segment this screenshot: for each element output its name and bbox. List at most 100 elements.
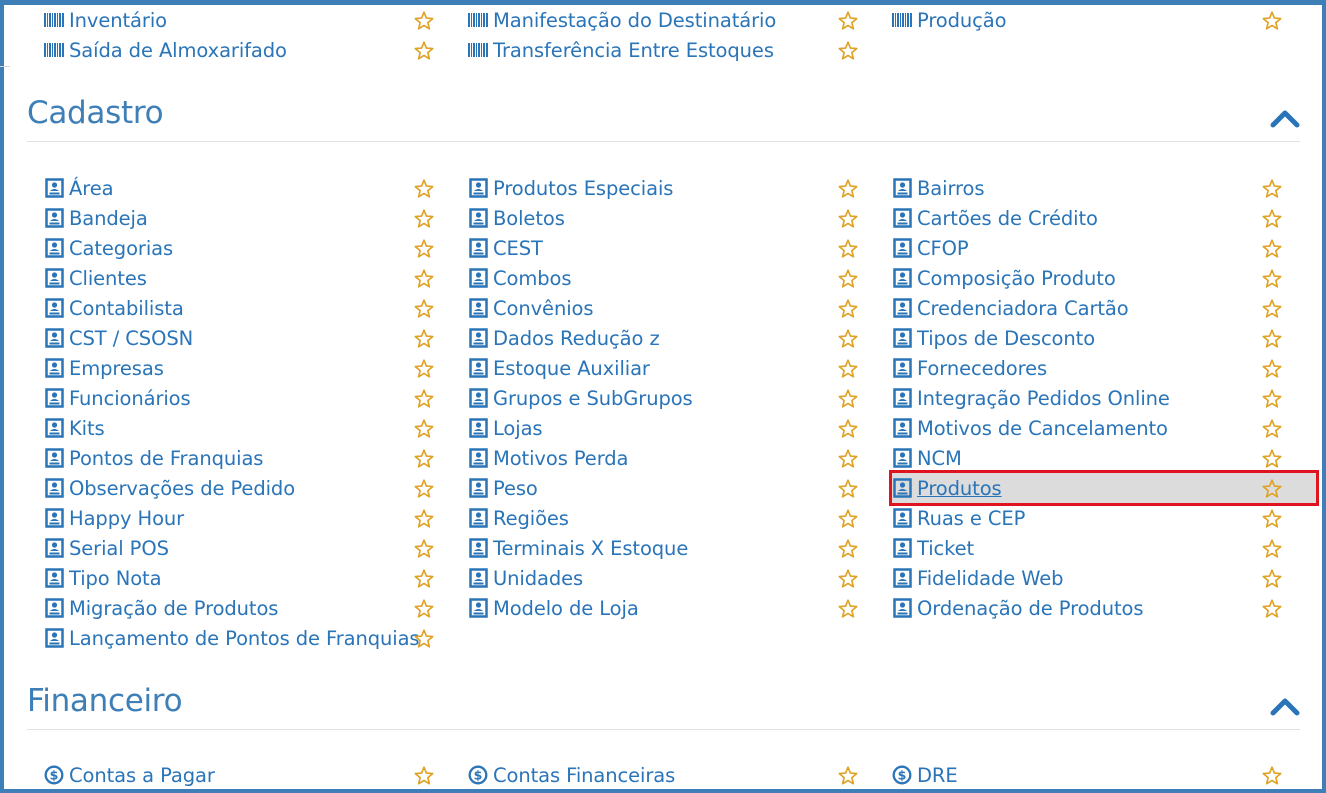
menu-item-estoque-auxiliar[interactable]: Estoque Auxiliar: [468, 353, 892, 383]
star-icon[interactable]: [838, 765, 858, 785]
star-icon[interactable]: [414, 448, 434, 468]
menu-item-pontos-de-franquias[interactable]: Pontos de Franquias: [44, 443, 468, 473]
star-icon[interactable]: [838, 40, 858, 60]
star-icon[interactable]: [838, 10, 858, 30]
menu-item-clientes[interactable]: Clientes: [44, 263, 468, 293]
menu-item-lojas[interactable]: Lojas: [468, 413, 892, 443]
menu-item-cest[interactable]: CEST: [468, 233, 892, 263]
menu-item-produtos-especiais[interactable]: Produtos Especiais: [468, 173, 892, 203]
menu-item-ticket[interactable]: Ticket: [892, 533, 1316, 563]
star-icon[interactable]: [838, 538, 858, 558]
menu-item-combos[interactable]: Combos: [468, 263, 892, 293]
menu-item-convenios[interactable]: Convênios: [468, 293, 892, 323]
chevron-up-icon[interactable]: [1270, 103, 1300, 133]
menu-item-tipo-nota[interactable]: Tipo Nota: [44, 563, 468, 593]
star-icon[interactable]: [838, 568, 858, 588]
menu-item-observacoes-de-pedido[interactable]: Observações de Pedido: [44, 473, 468, 503]
star-icon[interactable]: [1262, 298, 1282, 318]
menu-item-transferencia[interactable]: Transferência Entre Estoques: [468, 35, 892, 65]
star-icon[interactable]: [414, 478, 434, 498]
menu-item-migracao-de-produtos[interactable]: Migração de Produtos: [44, 593, 468, 623]
menu-item-grupos-e-subgrupos[interactable]: Grupos e SubGrupos: [468, 383, 892, 413]
menu-item-happy-hour[interactable]: Happy Hour: [44, 503, 468, 533]
star-icon[interactable]: [1262, 448, 1282, 468]
menu-item-peso[interactable]: Peso: [468, 473, 892, 503]
star-icon[interactable]: [414, 298, 434, 318]
menu-item-composicao-produto[interactable]: Composição Produto: [892, 263, 1316, 293]
star-icon[interactable]: [414, 178, 434, 198]
star-icon[interactable]: [838, 508, 858, 528]
star-icon[interactable]: [414, 628, 434, 648]
menu-item-cartoes-de-credito[interactable]: Cartões de Crédito: [892, 203, 1316, 233]
star-icon[interactable]: [838, 178, 858, 198]
star-icon[interactable]: [1262, 538, 1282, 558]
star-icon[interactable]: [414, 598, 434, 618]
star-icon[interactable]: [838, 328, 858, 348]
chevron-up-icon[interactable]: [1270, 691, 1300, 721]
star-icon[interactable]: [414, 358, 434, 378]
menu-item-saida-almoxarifado[interactable]: Saída de Almoxarifado: [44, 35, 468, 65]
menu-item-credenciadora-cartao[interactable]: Credenciadora Cartão: [892, 293, 1316, 323]
menu-item-producao[interactable]: Produção: [892, 5, 1316, 35]
menu-item-kits[interactable]: Kits: [44, 413, 468, 443]
menu-item-fidelidade-web[interactable]: Fidelidade Web: [892, 563, 1316, 593]
menu-item-ordenacao-de-produtos[interactable]: Ordenação de Produtos: [892, 593, 1316, 623]
menu-item-motivos-de-cancelamento[interactable]: Motivos de Cancelamento: [892, 413, 1316, 443]
star-icon[interactable]: [838, 358, 858, 378]
menu-item-funcionarios[interactable]: Funcionários: [44, 383, 468, 413]
menu-item-modelo-de-loja[interactable]: Modelo de Loja: [468, 593, 892, 623]
star-icon[interactable]: [414, 568, 434, 588]
star-icon[interactable]: [414, 418, 434, 438]
menu-item-ncm[interactable]: NCM: [892, 443, 1316, 473]
menu-item-contabilista[interactable]: Contabilista: [44, 293, 468, 323]
star-icon[interactable]: [1262, 568, 1282, 588]
star-icon[interactable]: [1262, 208, 1282, 228]
menu-item-empresas[interactable]: Empresas: [44, 353, 468, 383]
menu-item-tipos-de-desconto[interactable]: Tipos de Desconto: [892, 323, 1316, 353]
star-icon[interactable]: [1262, 238, 1282, 258]
star-icon[interactable]: [1262, 388, 1282, 408]
star-icon[interactable]: [414, 40, 434, 60]
star-icon[interactable]: [1262, 10, 1282, 30]
star-icon[interactable]: [414, 765, 434, 785]
menu-item-regioes[interactable]: Regiões: [468, 503, 892, 533]
menu-item-lancamento-de-pontos-de-franquias[interactable]: Lançamento de Pontos de Franquias: [44, 623, 468, 653]
menu-item-inventario[interactable]: Inventário: [44, 5, 468, 35]
star-icon[interactable]: [1262, 508, 1282, 528]
star-icon[interactable]: [414, 208, 434, 228]
star-icon[interactable]: [838, 418, 858, 438]
star-icon[interactable]: [838, 238, 858, 258]
menu-item-contas-financeiras[interactable]: $ Contas Financeiras: [468, 760, 892, 790]
menu-item-unidades[interactable]: Unidades: [468, 563, 892, 593]
menu-item-fornecedores[interactable]: Fornecedores: [892, 353, 1316, 383]
star-icon[interactable]: [838, 268, 858, 288]
star-icon[interactable]: [1262, 478, 1282, 498]
star-icon[interactable]: [1262, 328, 1282, 348]
star-icon[interactable]: [1262, 358, 1282, 378]
star-icon[interactable]: [1262, 598, 1282, 618]
menu-item-ruas-e-cep[interactable]: Ruas e CEP: [892, 503, 1316, 533]
menu-item-cfop[interactable]: CFOP: [892, 233, 1316, 263]
menu-item-bandeja[interactable]: Bandeja: [44, 203, 468, 233]
star-icon[interactable]: [414, 268, 434, 288]
menu-item-bairros[interactable]: Bairros: [892, 173, 1316, 203]
star-icon[interactable]: [1262, 268, 1282, 288]
star-icon[interactable]: [414, 538, 434, 558]
menu-item-contas-pagar[interactable]: $ Contas a Pagar: [44, 760, 468, 790]
menu-item-serial-pos[interactable]: Serial POS: [44, 533, 468, 563]
menu-item-integracao-pedidos-online[interactable]: Integração Pedidos Online: [892, 383, 1316, 413]
menu-item-boletos[interactable]: Boletos: [468, 203, 892, 233]
star-icon[interactable]: [838, 448, 858, 468]
menu-item-dre[interactable]: $ DRE: [892, 760, 1316, 790]
menu-item-dados-reducao-z[interactable]: Dados Redução z: [468, 323, 892, 353]
star-icon[interactable]: [414, 508, 434, 528]
star-icon[interactable]: [414, 328, 434, 348]
star-icon[interactable]: [838, 598, 858, 618]
star-icon[interactable]: [414, 388, 434, 408]
star-icon[interactable]: [838, 208, 858, 228]
menu-item-manifestacao[interactable]: Manifestação do Destinatário: [468, 5, 892, 35]
menu-item-motivos-perda[interactable]: Motivos Perda: [468, 443, 892, 473]
menu-item-produtos[interactable]: Produtos: [889, 470, 1319, 506]
menu-item-terminais-x-estoque[interactable]: Terminais X Estoque: [468, 533, 892, 563]
star-icon[interactable]: [1262, 765, 1282, 785]
